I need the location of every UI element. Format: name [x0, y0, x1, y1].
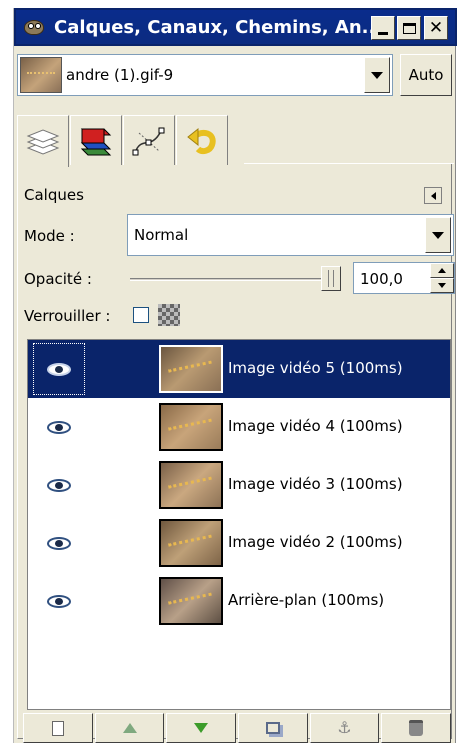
layer-name[interactable]: Image vidéo 4 (100ms): [228, 417, 403, 435]
layers-toolbar: ⚓: [23, 713, 453, 743]
layer-row[interactable]: Image vidéo 2 (100ms): [28, 514, 450, 572]
layer-row[interactable]: Image vidéo 5 (100ms): [28, 340, 450, 398]
mode-dropdown[interactable]: [425, 217, 451, 253]
mode-value: Normal: [134, 226, 189, 244]
layer-name[interactable]: Arrière-plan (100ms): [228, 591, 384, 609]
image-selector-value: andre (1).gif-9: [66, 66, 174, 84]
tab-channels[interactable]: [70, 115, 122, 165]
title-bar[interactable]: Calques, Canaux, Chemins, An... ✕: [14, 8, 457, 46]
mode-select[interactable]: Normal: [127, 214, 454, 256]
layer-thumbnail[interactable]: [159, 577, 223, 625]
panel-title: Calques: [24, 186, 84, 204]
layer-thumbnail[interactable]: [159, 461, 223, 509]
anchor-layer-icon: ⚓: [337, 718, 352, 737]
eye-icon: [47, 594, 71, 608]
dock-tabs: [17, 115, 229, 167]
delete-layer-button[interactable]: [381, 713, 452, 743]
minimize-button[interactable]: [371, 16, 395, 40]
chevron-down-icon: [432, 231, 444, 239]
channels-icon: [80, 128, 112, 155]
raise-layer-button[interactable]: [94, 713, 165, 743]
lower-layer-button[interactable]: [166, 713, 237, 743]
lock-label: Verrouiller :: [24, 307, 111, 325]
opacity-value[interactable]: 100,0: [360, 270, 403, 288]
layer-visibility-toggle[interactable]: [33, 459, 85, 511]
duplicate-layer-icon: [265, 722, 280, 734]
layer-row[interactable]: Arrière-plan (100ms): [28, 572, 450, 630]
eye-icon: [47, 536, 71, 550]
opacity-slider-thumb[interactable]: [321, 266, 341, 291]
layer-name[interactable]: Image vidéo 2 (100ms): [228, 533, 403, 551]
tab-undo[interactable]: [176, 115, 228, 165]
layer-visibility-toggle[interactable]: [33, 401, 85, 453]
layer-thumbnail[interactable]: [159, 519, 223, 567]
paths-icon: [132, 127, 165, 155]
lock-alpha-icon[interactable]: [158, 304, 180, 326]
layer-name[interactable]: Image vidéo 3 (100ms): [228, 475, 403, 493]
opacity-label: Opacité :: [24, 270, 92, 288]
layer-visibility-toggle[interactable]: [33, 343, 85, 395]
new-layer-icon: [51, 720, 64, 736]
opacity-decrement[interactable]: [430, 278, 454, 293]
close-button[interactable]: ✕: [424, 16, 448, 40]
layers-dialog-window: Calques, Canaux, Chemins, An... ✕ andre …: [13, 8, 457, 743]
eye-icon: [47, 478, 71, 492]
mode-label: Mode :: [24, 227, 75, 245]
menu-arrow-icon: [430, 191, 436, 200]
window-title: Calques, Canaux, Chemins, An...: [54, 16, 374, 38]
eye-icon: [47, 362, 71, 376]
close-icon: ✕: [428, 17, 444, 38]
delete-layer-icon: [409, 720, 424, 736]
opacity-spinbox[interactable]: 100,0: [353, 262, 455, 294]
arrow-up-icon: [438, 268, 446, 273]
chevron-down-icon: [371, 71, 383, 79]
tab-paths[interactable]: [123, 115, 175, 165]
opacity-increment[interactable]: [430, 263, 454, 278]
panel-menu-button[interactable]: [424, 187, 442, 204]
duplicate-layer-button[interactable]: [238, 713, 308, 743]
layer-thumbnail[interactable]: [159, 403, 223, 451]
anchor-layer-button[interactable]: ⚓: [309, 713, 380, 743]
lower-layer-icon: [194, 723, 209, 733]
minimize-icon: [378, 31, 388, 35]
image-thumbnail: [20, 57, 62, 93]
raise-layer-icon: [122, 723, 137, 733]
image-selector[interactable]: andre (1).gif-9: [17, 54, 393, 96]
image-selector-dropdown[interactable]: [364, 57, 390, 93]
layer-row[interactable]: Image vidéo 4 (100ms): [28, 398, 450, 456]
maximize-button[interactable]: [397, 16, 421, 40]
new-layer-button[interactable]: [23, 713, 93, 743]
layer-name[interactable]: Image vidéo 5 (100ms): [228, 359, 403, 377]
opacity-slider[interactable]: [130, 278, 340, 281]
layer-visibility-toggle[interactable]: [33, 575, 85, 627]
maximize-icon: [402, 22, 416, 34]
layer-visibility-toggle[interactable]: [33, 517, 85, 569]
layer-thumbnail[interactable]: [159, 345, 223, 393]
gimp-icon: [22, 16, 48, 38]
undo-icon: [187, 127, 216, 154]
tab-layers[interactable]: [17, 115, 69, 167]
layer-row[interactable]: Image vidéo 3 (100ms): [28, 456, 450, 514]
arrow-down-icon: [438, 283, 446, 288]
layers-list[interactable]: Image vidéo 5 (100ms) Image vidéo 4 (100m…: [27, 339, 451, 710]
eye-icon: [47, 420, 71, 434]
auto-button[interactable]: Auto: [400, 54, 452, 96]
lock-pixels-checkbox[interactable]: [133, 307, 149, 323]
layers-icon: [26, 128, 60, 155]
